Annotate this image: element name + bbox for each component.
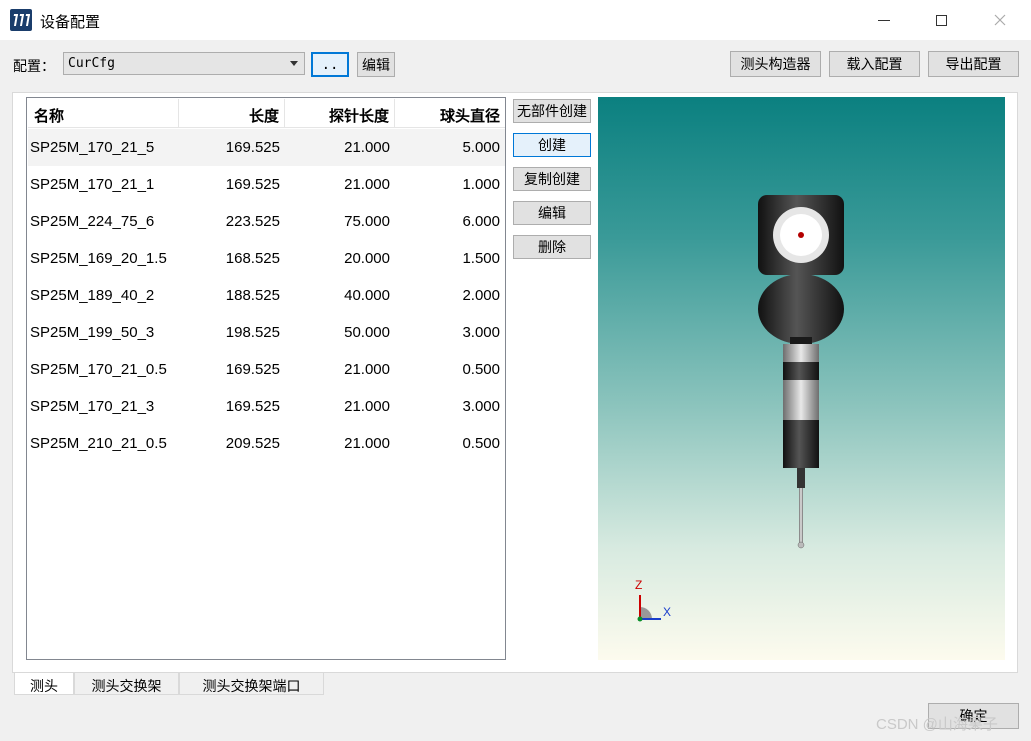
cell-length: 169.525: [225, 176, 280, 193]
cell-name: SP25M_170_21_0.5: [30, 361, 167, 378]
close-button[interactable]: [977, 0, 1023, 40]
load-config-button[interactable]: 载入配置: [829, 51, 920, 77]
cell-ball-diameter: 1.000: [462, 176, 500, 193]
cell-length: 169.525: [225, 139, 280, 156]
cell-name: SP25M_224_75_6: [30, 213, 155, 230]
cell-probe-length: 21.000: [344, 176, 390, 193]
cell-length: 168.525: [225, 250, 280, 267]
copy-create-button[interactable]: 复制创建: [513, 167, 591, 191]
create-button[interactable]: 创建: [513, 133, 591, 157]
cell-ball-diameter: 5.000: [462, 139, 500, 156]
table-row[interactable]: SP25M_189_40_2 188.525 40.000 2.000: [28, 277, 505, 314]
cell-probe-length: 40.000: [344, 287, 390, 304]
cell-probe-length: 21.000: [344, 139, 390, 156]
cell-ball-diameter: 0.500: [462, 435, 500, 452]
cell-name: SP25M_169_20_1.5: [30, 250, 167, 267]
maximize-icon: [935, 14, 947, 26]
column-header-ball-diameter[interactable]: 球头直径: [395, 99, 505, 128]
cell-name: SP25M_210_21_0.5: [30, 435, 167, 452]
cell-probe-length: 21.000: [344, 435, 390, 452]
cell-ball-diameter: 6.000: [462, 213, 500, 230]
cell-ball-diameter: 3.000: [462, 398, 500, 415]
probe-3d-viewport[interactable]: Z X: [598, 97, 1005, 660]
cell-ball-diameter: 1.500: [462, 250, 500, 267]
edit-config-button[interactable]: 编辑: [357, 52, 395, 77]
probe-model-image: [758, 195, 844, 549]
delete-button[interactable]: 删除: [513, 235, 591, 259]
column-header-probe-length[interactable]: 探针长度: [285, 99, 395, 128]
tab-probe[interactable]: 测头: [14, 673, 74, 695]
axis-x-label: X: [663, 605, 672, 619]
column-header-name[interactable]: 名称: [28, 99, 179, 128]
probe-builder-button[interactable]: 测头构造器: [730, 51, 821, 77]
cell-name: SP25M_170_21_1: [30, 176, 155, 193]
maximize-button[interactable]: [918, 0, 964, 40]
cell-ball-diameter: 3.000: [462, 324, 500, 341]
table-body: SP25M_170_21_5 169.525 21.000 5.000 SP25…: [28, 129, 505, 462]
cell-name: SP25M_189_40_2: [30, 287, 155, 304]
table-row[interactable]: SP25M_224_75_6 223.525 75.000 6.000: [28, 203, 505, 240]
chevron-down-icon: [290, 61, 298, 66]
axis-z-label: Z: [635, 578, 643, 592]
edit-button[interactable]: 编辑: [513, 201, 591, 225]
export-config-button[interactable]: 导出配置: [928, 51, 1019, 77]
window-title: 设备配置: [40, 14, 101, 31]
config-select[interactable]: CurCfg: [63, 52, 305, 75]
cell-name: SP25M_170_21_3: [30, 398, 155, 415]
probe-table[interactable]: 名称 长度 探针长度 球头直径 SP25M_170_21_5 169.525 2…: [26, 97, 506, 660]
cell-probe-length: 21.000: [344, 361, 390, 378]
cell-length: 223.525: [225, 213, 280, 230]
cell-length: 198.525: [225, 324, 280, 341]
cell-probe-length: 75.000: [344, 213, 390, 230]
cell-length: 209.525: [225, 435, 280, 452]
table-row[interactable]: SP25M_170_21_3 169.525 21.000 3.000: [28, 388, 505, 425]
cell-ball-diameter: 0.500: [462, 361, 500, 378]
title-bar: 设备配置: [0, 0, 1031, 40]
table-row[interactable]: SP25M_170_21_0.5 169.525 21.000 0.500: [28, 351, 505, 388]
create-without-parts-button[interactable]: 无部件创建: [513, 99, 591, 123]
cell-name: SP25M_199_50_3: [30, 324, 155, 341]
cell-probe-length: 50.000: [344, 324, 390, 341]
config-label: 配置：: [13, 58, 55, 74]
table-header: 名称 长度 探针长度 球头直径: [28, 99, 505, 128]
table-row[interactable]: SP25M_170_21_1 169.525 21.000 1.000: [28, 166, 505, 203]
cell-length: 169.525: [225, 361, 280, 378]
cell-probe-length: 20.000: [344, 250, 390, 267]
column-header-length[interactable]: 长度: [179, 99, 285, 128]
browse-config-button[interactable]: ..: [311, 52, 349, 77]
watermark-text: CSDN @山海果子: [876, 716, 998, 733]
cell-length: 188.525: [225, 287, 280, 304]
minimize-icon: [878, 19, 890, 21]
app-logo-icon: [10, 9, 32, 31]
cell-probe-length: 21.000: [344, 398, 390, 415]
table-row[interactable]: SP25M_170_21_5 169.525 21.000 5.000: [28, 129, 505, 166]
cell-ball-diameter: 2.000: [462, 287, 500, 304]
tab-probe-changer[interactable]: 测头交换架: [74, 673, 179, 695]
cell-name: SP25M_170_21_5: [30, 139, 155, 156]
minimize-button[interactable]: [861, 0, 907, 40]
close-icon: [994, 14, 1006, 26]
cell-length: 169.525: [225, 398, 280, 415]
tab-probe-changer-port[interactable]: 测头交换架端口: [179, 673, 324, 695]
table-row[interactable]: SP25M_210_21_0.5 209.525 21.000 0.500: [28, 425, 505, 462]
table-row[interactable]: SP25M_199_50_3 198.525 50.000 3.000: [28, 314, 505, 351]
table-row[interactable]: SP25M_169_20_1.5 168.525 20.000 1.500: [28, 240, 505, 277]
config-select-value: CurCfg: [68, 56, 115, 71]
